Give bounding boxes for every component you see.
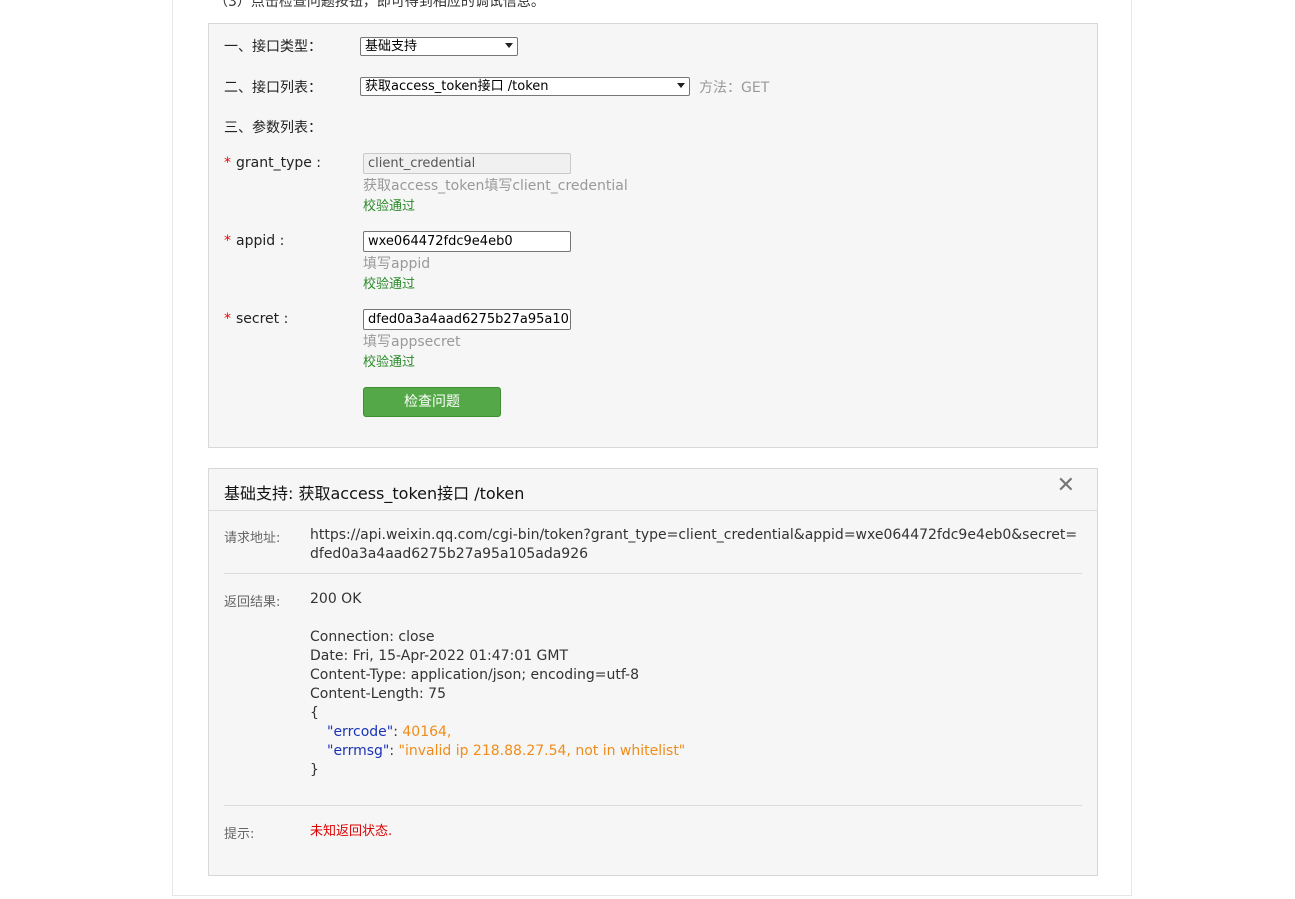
divider [224,573,1082,574]
secret-status: 校验通过 [363,355,416,370]
method-text: 方法：GET [699,80,770,96]
chevron-down-icon [677,83,685,88]
result-title: 基础支持: 获取access_token接口 /token [224,484,525,503]
header-line: Date: Fri, 15-Apr-2022 01:47:01 GMT [310,648,569,664]
api-list-selected: 获取access_token接口 /token [365,79,549,94]
close-icon[interactable]: ✕ [1057,473,1075,498]
param-label-secret: * secret : [224,311,289,327]
result-panel: 基础支持: 获取access_token接口 /token ✕ 请求地址: ht… [208,468,1098,876]
return-result-label: 返回结果: [224,595,281,610]
chevron-down-icon [505,43,513,48]
appid-input[interactable]: wxe064472fdc9e4eb0 [363,231,571,252]
request-url-label: 请求地址: [224,531,281,546]
params-label: 三、参数列表： [224,120,322,136]
appid-status: 校验通过 [363,277,416,292]
api-type-select[interactable]: 基础支持 [360,37,518,56]
appid-hint: 填写appid [363,256,431,272]
api-type-label: 一、接口类型： [224,39,322,55]
secret-hint: 填写appsecret [363,334,461,350]
debug-form-panel: 一、接口类型： 基础支持 二、接口列表： 获取access_token接口 /t… [208,23,1098,448]
header-line: Content-Type: application/json; encoding… [310,667,639,683]
json-line-errcode: "errcode": 40164, [327,724,452,740]
required-mark: * [224,155,231,171]
json-close-brace: } [310,762,319,778]
check-problem-button[interactable]: 检查问题 [363,387,501,417]
divider [224,805,1082,806]
status-line: 200 OK [310,591,362,607]
tip-label: 提示: [224,827,255,842]
request-url-value: https://api.weixin.qq.com/cgi-bin/token?… [310,527,1078,562]
secret-input[interactable]: dfed0a3a4aad6275b27a95a105ac [363,309,571,330]
required-mark: * [224,233,231,249]
api-type-selected: 基础支持 [365,39,418,54]
return-result-body: 200 OK Connection: close Date: Fri, 15-A… [310,590,1085,780]
api-list-select[interactable]: 获取access_token接口 /token [360,77,690,96]
grant-type-status: 校验通过 [363,199,416,214]
json-line-errmsg: "errmsg": "invalid ip 218.88.27.54, not … [327,743,686,759]
tip-value: 未知返回状态. [310,824,393,839]
header-line: Connection: close [310,629,435,645]
intro-instruction: （3）点击检查问题按钮，即可得到相应的调试信息。 [214,0,545,10]
required-mark: * [224,311,231,327]
grant-type-input: client_credential [363,153,571,174]
json-open-brace: { [310,705,319,721]
header-line: Content-Length: 75 [310,686,447,702]
header-divider [209,510,1097,511]
param-label-grant-type: * grant_type : [224,155,322,171]
param-label-appid: * appid : [224,233,285,249]
api-list-label: 二、接口列表： [224,80,322,96]
grant-type-hint: 获取access_token填写client_credential [363,178,628,194]
